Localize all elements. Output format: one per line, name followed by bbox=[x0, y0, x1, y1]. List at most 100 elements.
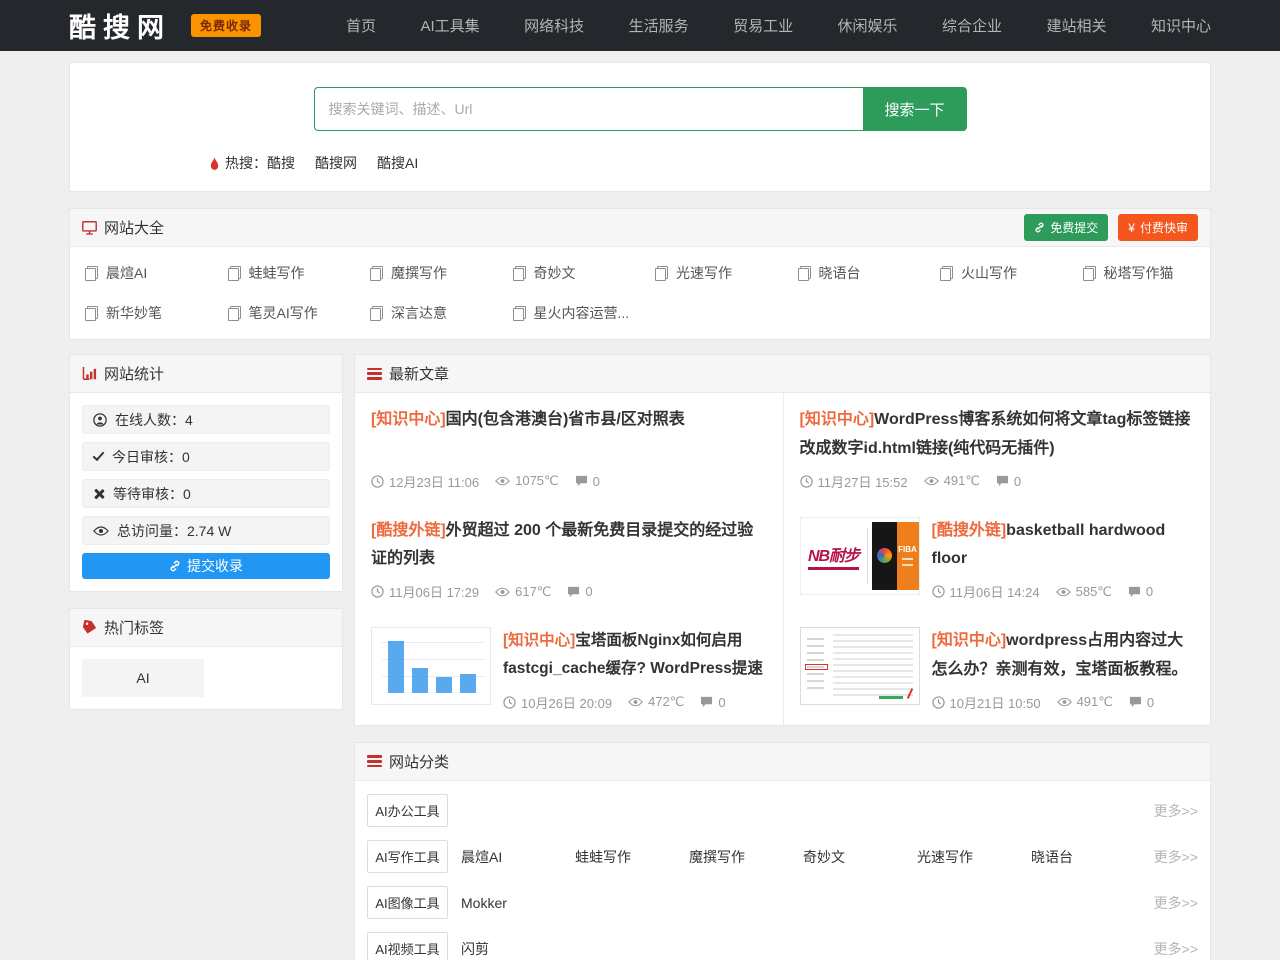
clock-icon bbox=[800, 475, 813, 488]
nav-item[interactable]: 首页 bbox=[346, 15, 376, 36]
free-submit-button[interactable]: 免费提交 bbox=[1024, 214, 1108, 241]
nav-item[interactable]: 建站相关 bbox=[1046, 15, 1106, 36]
category-links: Mokker bbox=[461, 895, 1154, 911]
link-icon bbox=[1034, 222, 1045, 233]
comments-icon bbox=[575, 475, 588, 487]
hot-search-label: 热搜： bbox=[225, 153, 267, 173]
category-site-link[interactable]: 光速写作 bbox=[917, 847, 1031, 867]
site-link[interactable]: 晨煊AI bbox=[70, 253, 213, 293]
views-icon bbox=[495, 587, 510, 597]
more-link[interactable]: 更多>> bbox=[1154, 847, 1198, 867]
clock-icon bbox=[503, 696, 516, 709]
search-input[interactable] bbox=[314, 87, 863, 131]
category-site-link[interactable]: 晓语台 bbox=[1031, 847, 1145, 867]
article-title: [知识中心]wordpress占用内容过大怎么办？亲测有效，宝塔面板教程。 bbox=[932, 627, 1195, 685]
stat-total-visits: 总访问量：2.74 W bbox=[82, 516, 330, 545]
list-icon bbox=[367, 755, 382, 767]
site-link[interactable]: 深言达意 bbox=[355, 293, 498, 333]
nav-item[interactable]: 综合企业 bbox=[942, 15, 1002, 36]
search-button[interactable]: 搜索一下 bbox=[863, 87, 967, 131]
comments-icon bbox=[996, 475, 1009, 487]
site-link[interactable]: 笔灵AI写作 bbox=[213, 293, 356, 333]
brand-logo-text: NB耐步 bbox=[805, 522, 863, 590]
site-categories-panel: 网站分类 AI办公工具 更多>> AI写作工具 晨煊AI蛙蛙 bbox=[354, 742, 1211, 960]
article-item[interactable]: [知识中心]wordpress占用内容过大怎么办？亲测有效，宝塔面板教程。 10… bbox=[783, 614, 1211, 725]
category-label[interactable]: AI写作工具 bbox=[367, 840, 448, 873]
nav-item[interactable]: 网络科技 bbox=[524, 15, 584, 36]
article-meta: 11月06日 14:24 585℃ 0 bbox=[932, 574, 1195, 601]
nav-item[interactable]: 贸易工业 bbox=[733, 15, 793, 36]
site-link[interactable]: 秘塔写作猫 bbox=[1068, 253, 1211, 293]
category-label[interactable]: AI视频工具 bbox=[367, 932, 448, 960]
article-item[interactable]: NB耐步 FIBA [酷搜外链]basketball hardwood floo… bbox=[783, 504, 1211, 615]
stat-online-users: 在线人数：4 bbox=[82, 405, 330, 434]
article-item[interactable]: [知识中心]WordPress博客系统如何将文章tag标签链接改成数字id.ht… bbox=[783, 393, 1211, 504]
nav-item[interactable]: 休闲娱乐 bbox=[838, 15, 898, 36]
bar-chart-icon bbox=[82, 367, 97, 380]
comments-icon bbox=[700, 696, 713, 708]
more-link[interactable]: 更多>> bbox=[1154, 893, 1198, 913]
article-thumbnail bbox=[800, 627, 920, 705]
clock-icon bbox=[371, 585, 384, 598]
site-link[interactable]: 新华妙笔 bbox=[70, 293, 213, 333]
site-logo[interactable]: 酷搜网 bbox=[69, 6, 171, 45]
views-icon bbox=[495, 476, 510, 486]
category-site-link[interactable]: 奇妙文 bbox=[803, 847, 917, 867]
category-site-link[interactable]: 闪剪 bbox=[461, 939, 575, 959]
nav-item[interactable]: 知识中心 bbox=[1151, 15, 1211, 36]
article-title: [知识中心]WordPress博客系统如何将文章tag标签链接改成数字id.ht… bbox=[800, 406, 1195, 464]
free-include-badge[interactable]: 免费收录 bbox=[191, 14, 261, 37]
hot-search-link[interactable]: 酷搜网 bbox=[315, 153, 357, 173]
site-link[interactable]: 奇妙文 bbox=[498, 253, 641, 293]
category-label[interactable]: AI图像工具 bbox=[367, 886, 448, 919]
article-title: [知识中心]国内(包含港澳台)省市县/区对照表 bbox=[371, 406, 767, 435]
site-links-grid: 晨煊AI 蛙蛙写作 魔撰写作 奇妙文 bbox=[70, 247, 1210, 339]
category-links: 闪剪 bbox=[461, 939, 1154, 959]
clock-icon bbox=[371, 475, 384, 488]
nav-item[interactable]: AI工具集 bbox=[420, 15, 479, 36]
category-row: AI视频工具 闪剪 更多>> bbox=[367, 926, 1198, 960]
submit-site-button[interactable]: 提交收录 bbox=[82, 553, 330, 579]
comments-icon bbox=[1128, 586, 1141, 598]
x-icon bbox=[93, 488, 105, 500]
category-site-link[interactable]: 晨煊AI bbox=[461, 847, 575, 867]
latest-articles-panel: 最新文章 [知识中心]国内(包含港澳台)省市县/区对照表 12月23日 11:0… bbox=[354, 354, 1211, 726]
views-icon bbox=[924, 476, 939, 486]
article-thumbnail bbox=[371, 627, 491, 705]
site-link[interactable]: 火山写作 bbox=[925, 253, 1068, 293]
more-link[interactable]: 更多>> bbox=[1154, 801, 1198, 821]
tag-item[interactable]: AI bbox=[82, 659, 204, 697]
copy-icon bbox=[940, 266, 953, 281]
copy-icon bbox=[798, 266, 811, 281]
category-label[interactable]: AI办公工具 bbox=[367, 794, 448, 827]
monitor-icon bbox=[82, 221, 97, 235]
article-item[interactable]: [酷搜外链]外贸超过 200 个最新免费目录提交的经过验证的列表 11月06日 … bbox=[355, 504, 783, 615]
copy-icon bbox=[228, 306, 241, 321]
site-link[interactable]: 蛙蛙写作 bbox=[213, 253, 356, 293]
hot-search-link[interactable]: 酷搜 bbox=[267, 153, 295, 173]
category-site-link[interactable]: 魔撰写作 bbox=[689, 847, 803, 867]
category-row: AI写作工具 晨煊AI蛙蛙写作魔撰写作奇妙文光速写作晓语台 更多>> bbox=[367, 834, 1198, 880]
article-thumbnail: NB耐步 FIBA bbox=[800, 517, 920, 595]
eye-icon bbox=[93, 526, 109, 536]
article-item[interactable]: [知识中心]国内(包含港澳台)省市县/区对照表 12月23日 11:06 107… bbox=[355, 393, 783, 504]
category-site-link[interactable]: Mokker bbox=[461, 895, 575, 911]
site-link[interactable]: 晓语台 bbox=[783, 253, 926, 293]
site-link[interactable]: 光速写作 bbox=[640, 253, 783, 293]
more-link[interactable]: 更多>> bbox=[1154, 939, 1198, 959]
flame-icon bbox=[209, 156, 220, 171]
check-icon bbox=[93, 449, 105, 461]
nav-item[interactable]: 生活服务 bbox=[629, 15, 689, 36]
site-link[interactable]: 星火内容运营... bbox=[498, 293, 641, 333]
paid-review-button[interactable]: ¥ 付费快审 bbox=[1118, 214, 1198, 241]
tag-icon bbox=[82, 620, 97, 635]
copy-icon bbox=[513, 306, 526, 321]
hot-search-row: 热搜： 酷搜酷搜网酷搜AI bbox=[209, 153, 1210, 173]
site-link[interactable]: 魔撰写作 bbox=[355, 253, 498, 293]
article-item[interactable]: [知识中心]宝塔面板Nginx如何启用fastcgi_cache缓存? Word… bbox=[355, 614, 783, 725]
category-site-link[interactable]: 蛙蛙写作 bbox=[575, 847, 689, 867]
panel-title: 网站统计 bbox=[104, 363, 164, 384]
hot-search-link[interactable]: 酷搜AI bbox=[377, 153, 418, 173]
panel-title: 热门标签 bbox=[104, 617, 164, 638]
list-icon bbox=[367, 368, 382, 380]
